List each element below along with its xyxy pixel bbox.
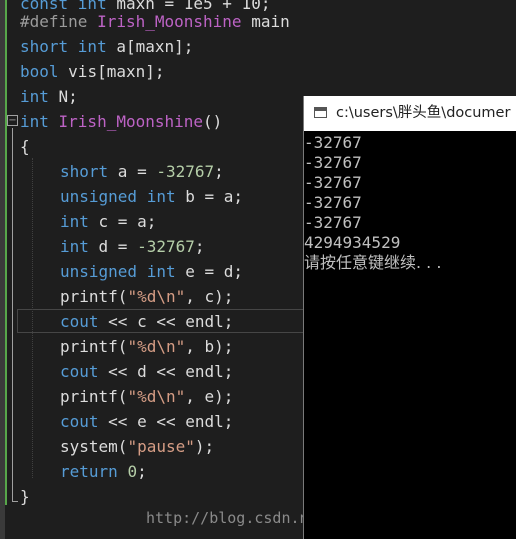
code-line[interactable]: return 0; <box>60 459 147 484</box>
code-token: int <box>60 212 99 231</box>
code-line[interactable]: int N; <box>20 84 78 109</box>
code-token: , e); <box>185 387 234 406</box>
console-title: c:\users\胖头鱼\documer <box>336 105 511 121</box>
code-token: short <box>20 37 78 56</box>
code-token: , b); <box>185 337 234 356</box>
console-output-line: -32767 <box>304 173 362 192</box>
code-token: printf <box>60 387 118 406</box>
console-output-line: -32767 <box>304 193 362 212</box>
code-line[interactable]: bool vis[maxn]; <box>20 59 165 84</box>
code-token: a[maxn]; <box>116 37 194 56</box>
code-token: "%d\n" <box>127 287 186 306</box>
code-line[interactable]: #define Irish_Moonshine main <box>20 9 290 34</box>
code-token: () <box>203 112 223 131</box>
code-line[interactable]: system("pause"); <box>60 434 214 459</box>
code-token: Irish_Moonshine <box>97 12 242 31</box>
code-token: -32767 <box>156 162 215 181</box>
code-token: cout <box>60 312 109 331</box>
console-output-line: -32767 <box>304 153 362 172</box>
change-tracking-margin <box>5 0 7 505</box>
code-token: int <box>60 237 99 256</box>
code-line[interactable]: unsigned int e = d; <box>60 259 243 284</box>
code-token: , c); <box>185 287 234 306</box>
code-token: e = d; <box>185 262 244 281</box>
code-token: cout <box>60 412 109 431</box>
code-token: unsigned <box>60 187 147 206</box>
code-line[interactable]: } <box>20 484 30 509</box>
code-token: ( <box>117 287 128 306</box>
console-output-line: 4294934529 <box>304 233 401 252</box>
code-token: ); <box>194 437 215 456</box>
code-token: << e << endl; <box>108 412 234 431</box>
code-token: = <box>127 162 157 181</box>
outline-guide-end <box>12 501 18 502</box>
code-line[interactable]: int Irish_Moonshine() <box>20 109 222 134</box>
code-token: cout <box>60 362 109 381</box>
code-token: int <box>20 87 59 106</box>
code-token: printf <box>60 337 118 356</box>
code-token: ; <box>214 162 224 181</box>
console-window[interactable]: c:\users\胖头鱼\documer -32767 -32767 -3276… <box>303 96 516 539</box>
code-token: int <box>77 37 117 56</box>
code-token: int <box>146 187 186 206</box>
code-line[interactable]: unsigned int b = a; <box>60 184 243 209</box>
code-token: bool <box>20 62 69 81</box>
code-line[interactable]: int d = -32767; <box>60 234 205 259</box>
code-token: system <box>60 437 118 456</box>
code-token: "%d\n" <box>127 337 186 356</box>
code-token: N; <box>58 87 78 106</box>
code-line[interactable]: short a = -32767; <box>60 159 224 184</box>
code-token: b = a; <box>185 187 244 206</box>
code-token: printf <box>60 287 118 306</box>
code-token: a <box>117 162 128 181</box>
code-token: ; <box>137 462 147 481</box>
code-line[interactable]: printf("%d\n", c); <box>60 284 233 309</box>
code-token: { <box>20 137 30 156</box>
code-token: << c << endl; <box>108 312 234 331</box>
code-token: int <box>20 112 59 131</box>
code-token: Irish_Moonshine <box>58 112 204 131</box>
code-token: ( <box>117 337 128 356</box>
code-line[interactable]: cout << e << endl; <box>60 409 233 434</box>
code-line-current[interactable]: cout << c << endl; <box>60 309 233 334</box>
code-token: "%d\n" <box>127 387 186 406</box>
collapse-toggle-icon[interactable]: − <box>7 115 18 126</box>
console-output-line: 请按任意键继续. . . <box>304 253 442 272</box>
code-line[interactable]: int c = a; <box>60 209 156 234</box>
code-token: #define <box>20 12 98 31</box>
code-token: ( <box>117 387 128 406</box>
code-token: << d << endl; <box>108 362 234 381</box>
code-token: main <box>241 12 290 31</box>
code-token: vis[maxn]; <box>68 62 165 81</box>
code-token: int <box>146 262 186 281</box>
code-token: short <box>60 162 118 181</box>
console-titlebar[interactable]: c:\users\胖头鱼\documer <box>304 96 516 131</box>
code-token: ; <box>194 237 205 256</box>
code-line[interactable]: printf("%d\n", b); <box>60 334 233 359</box>
code-token: unsigned <box>60 262 147 281</box>
code-token: 0 <box>127 462 138 481</box>
console-output-line: -32767 <box>304 133 362 152</box>
code-token: d = <box>98 237 138 256</box>
code-token: ( <box>117 437 128 456</box>
code-line[interactable]: { <box>20 134 30 159</box>
code-line[interactable]: cout << d << endl; <box>60 359 233 384</box>
outline-guide <box>12 128 13 502</box>
console-window-icon <box>314 107 327 118</box>
indent-guide <box>32 158 34 478</box>
code-token: } <box>20 487 30 506</box>
code-token: return <box>60 462 128 481</box>
code-line[interactable]: printf("%d\n", e); <box>60 384 233 409</box>
code-token: c = a; <box>98 212 157 231</box>
console-output-line: -32767 <box>304 213 362 232</box>
code-token: -32767 <box>137 237 195 256</box>
code-token: "pause" <box>127 437 195 456</box>
code-line[interactable]: short int a[maxn]; <box>20 34 193 59</box>
